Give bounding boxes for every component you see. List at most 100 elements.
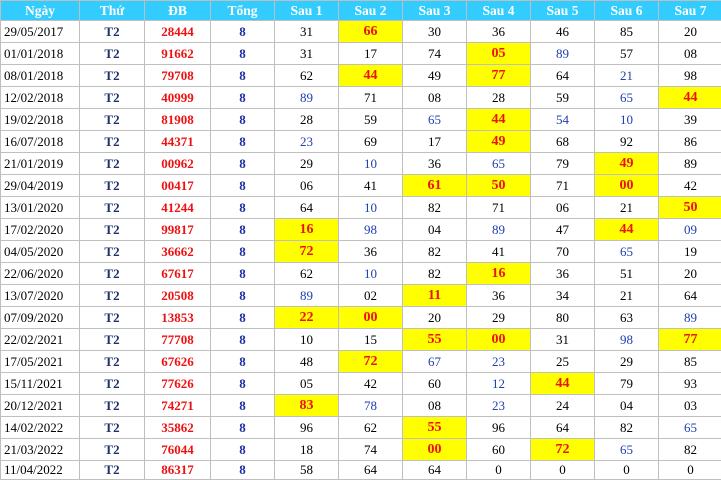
sau-7-cell: 20 — [659, 21, 721, 43]
special-prize-cell: 67626 — [145, 351, 211, 373]
sau-7-cell: 89 — [659, 307, 721, 329]
sau-2-cell: 59 — [339, 109, 403, 131]
header-total: Tổng — [211, 1, 275, 21]
special-prize-cell: 00962 — [145, 153, 211, 175]
table-row: 13/07/2020T220508889021136342164 — [1, 285, 721, 307]
sau-5-cell: 31 — [531, 329, 595, 351]
date-cell: 22/06/2020 — [1, 263, 80, 285]
sau-7-cell: 08 — [659, 43, 721, 65]
total-cell: 8 — [211, 131, 275, 153]
sau-3-cell: 36 — [403, 153, 467, 175]
special-prize-cell: 00417 — [145, 175, 211, 197]
sau-1-cell: 23 — [275, 131, 339, 153]
header-row: Ngày Thứ ĐB Tổng Sau 1 Sau 2 Sau 3 Sau 4… — [1, 1, 721, 21]
sau-5-cell: 71 — [531, 175, 595, 197]
sau-4-cell: 28 — [467, 87, 531, 109]
sau-3-cell: 82 — [403, 241, 467, 263]
weekday-cell: T2 — [80, 461, 145, 480]
sau-6-cell: 21 — [595, 285, 659, 307]
total-cell: 8 — [211, 351, 275, 373]
sau-3-cell: 82 — [403, 197, 467, 219]
sau-5-cell: 25 — [531, 351, 595, 373]
sau-4-cell: 05 — [467, 43, 531, 65]
sau-2-cell: 62 — [339, 417, 403, 439]
date-cell: 19/02/2018 — [1, 109, 80, 131]
weekday-cell: T2 — [80, 263, 145, 285]
sau-4-cell: 71 — [467, 197, 531, 219]
total-cell: 8 — [211, 197, 275, 219]
date-cell: 15/11/2021 — [1, 373, 80, 395]
date-cell: 11/04/2022 — [1, 461, 80, 480]
table-body: 29/05/2017T22844483166303646852001/01/20… — [1, 21, 721, 480]
special-prize-cell: 35862 — [145, 417, 211, 439]
table-row: 12/02/2018T240999889710828596544 — [1, 87, 721, 109]
sau-1-cell: 58 — [275, 461, 339, 480]
sau-4-cell: 60 — [467, 439, 531, 461]
sau-1-cell: 64 — [275, 197, 339, 219]
special-prize-cell: 41244 — [145, 197, 211, 219]
date-cell: 13/07/2020 — [1, 285, 80, 307]
weekday-cell: T2 — [80, 43, 145, 65]
sau-5-cell: 46 — [531, 21, 595, 43]
total-cell: 8 — [211, 461, 275, 480]
weekday-cell: T2 — [80, 373, 145, 395]
sau-3-cell: 67 — [403, 351, 467, 373]
sau-5-cell: 44 — [531, 373, 595, 395]
weekday-cell: T2 — [80, 153, 145, 175]
sau-5-cell: 80 — [531, 307, 595, 329]
sau-6-cell: 79 — [595, 373, 659, 395]
date-cell: 21/01/2019 — [1, 153, 80, 175]
weekday-cell: T2 — [80, 329, 145, 351]
date-cell: 04/05/2020 — [1, 241, 80, 263]
table-row: 15/11/2021T277626805426012447993 — [1, 373, 721, 395]
date-cell: 12/02/2018 — [1, 87, 80, 109]
weekday-cell: T2 — [80, 131, 145, 153]
sau-5-cell: 72 — [531, 439, 595, 461]
sau-1-cell: 62 — [275, 65, 339, 87]
total-cell: 8 — [211, 329, 275, 351]
sau-5-cell: 47 — [531, 219, 595, 241]
sau-2-cell: 10 — [339, 263, 403, 285]
sau-4-cell: 36 — [467, 285, 531, 307]
table-row: 14/02/2022T235862896625596648265 — [1, 417, 721, 439]
table-row: 13/01/2020T241244864108271062150 — [1, 197, 721, 219]
sau-1-cell: 62 — [275, 263, 339, 285]
sau-1-cell: 22 — [275, 307, 339, 329]
table-row: 29/05/2017T228444831663036468520 — [1, 21, 721, 43]
sau-7-cell: 09 — [659, 219, 721, 241]
sau-5-cell: 89 — [531, 43, 595, 65]
table-row: 04/05/2020T236662872368241706519 — [1, 241, 721, 263]
header-sau-3: Sau 3 — [403, 1, 467, 21]
sau-6-cell: 82 — [595, 417, 659, 439]
weekday-cell: T2 — [80, 219, 145, 241]
sau-4-cell: 65 — [467, 153, 531, 175]
sau-6-cell: 29 — [595, 351, 659, 373]
special-prize-cell: 91662 — [145, 43, 211, 65]
total-cell: 8 — [211, 65, 275, 87]
sau-4-cell: 36 — [467, 21, 531, 43]
special-prize-cell: 36662 — [145, 241, 211, 263]
header-sau-2: Sau 2 — [339, 1, 403, 21]
sau-4-cell: 0 — [467, 461, 531, 480]
sau-2-cell: 69 — [339, 131, 403, 153]
sau-6-cell: 85 — [595, 21, 659, 43]
weekday-cell: T2 — [80, 109, 145, 131]
special-prize-cell: 76044 — [145, 439, 211, 461]
special-prize-cell: 77708 — [145, 329, 211, 351]
weekday-cell: T2 — [80, 417, 145, 439]
sau-6-cell: 00 — [595, 175, 659, 197]
weekday-cell: T2 — [80, 241, 145, 263]
sau-3-cell: 11 — [403, 285, 467, 307]
sau-5-cell: 54 — [531, 109, 595, 131]
weekday-cell: T2 — [80, 65, 145, 87]
total-cell: 8 — [211, 417, 275, 439]
table-row: 11/04/2022T28631785864640000 — [1, 461, 721, 480]
date-cell: 17/02/2020 — [1, 219, 80, 241]
sau-3-cell: 61 — [403, 175, 467, 197]
sau-2-cell: 72 — [339, 351, 403, 373]
special-prize-cell: 13853 — [145, 307, 211, 329]
sau-2-cell: 36 — [339, 241, 403, 263]
sau-3-cell: 64 — [403, 461, 467, 480]
weekday-cell: T2 — [80, 439, 145, 461]
sau-5-cell: 59 — [531, 87, 595, 109]
